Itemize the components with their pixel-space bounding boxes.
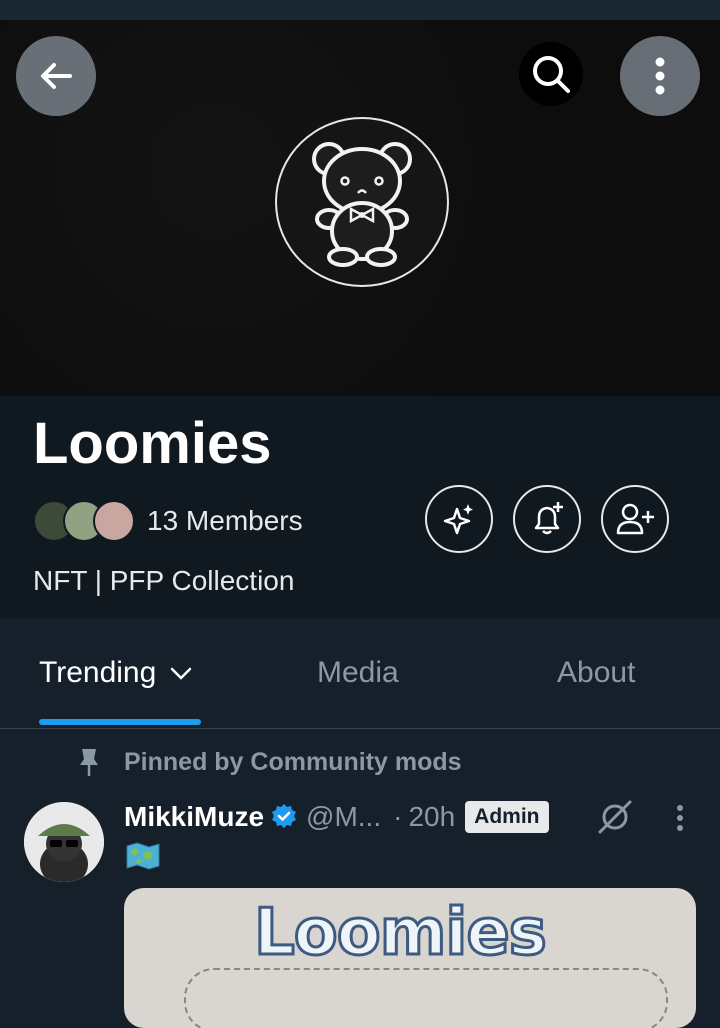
image-decoration bbox=[184, 968, 668, 1028]
arrow-left-icon bbox=[41, 63, 72, 89]
community-description: NFT | PFP Collection bbox=[33, 565, 295, 596]
moderation-icon bbox=[598, 800, 632, 834]
members-count: 13 Members bbox=[147, 505, 303, 536]
bell-plus-icon bbox=[534, 502, 563, 535]
more-options-button[interactable] bbox=[620, 36, 700, 116]
post-timestamp[interactable]: 20h bbox=[408, 801, 455, 833]
join-community-button[interactable] bbox=[601, 485, 669, 553]
world-map-emoji-icon bbox=[126, 842, 160, 870]
person-add-icon bbox=[616, 503, 654, 535]
pinned-indicator: Pinned by Community mods bbox=[76, 747, 462, 777]
post-media-image[interactable]: Loomies bbox=[124, 888, 696, 1028]
active-tab-indicator bbox=[39, 719, 201, 725]
post-author-name[interactable]: MikkiMuze bbox=[124, 801, 264, 833]
community-tabs: Trending Media About bbox=[0, 618, 720, 729]
separator-dot: · bbox=[393, 801, 403, 832]
chevron-down-icon bbox=[171, 667, 192, 680]
back-button[interactable] bbox=[16, 36, 96, 116]
pin-icon bbox=[80, 749, 98, 776]
pinned-label: Pinned by Community mods bbox=[124, 747, 462, 776]
tab-about[interactable]: About bbox=[557, 656, 635, 690]
tab-media[interactable]: Media bbox=[317, 656, 399, 690]
sparkle-icon bbox=[443, 504, 473, 535]
post-author-handle[interactable]: @M... bbox=[306, 801, 381, 833]
post-author-avatar[interactable] bbox=[24, 802, 104, 882]
member-avatar bbox=[93, 500, 135, 542]
tab-trending[interactable]: Trending bbox=[39, 656, 194, 690]
community-avatar bbox=[275, 117, 449, 287]
more-vertical-icon bbox=[655, 57, 665, 95]
post-header: MikkiMuze @M... · 20h Admin bbox=[124, 797, 549, 837]
community-title: Loomies bbox=[33, 411, 272, 476]
status-bar bbox=[0, 0, 720, 20]
verified-badge-icon bbox=[272, 804, 297, 828]
sparkle-button[interactable] bbox=[425, 485, 493, 553]
post-more-icon[interactable] bbox=[668, 804, 692, 834]
admin-badge: Admin bbox=[465, 801, 549, 833]
tab-label: Trending bbox=[39, 656, 157, 689]
author-avatar-image bbox=[24, 802, 104, 882]
image-logo-text: Loomies bbox=[253, 895, 549, 972]
notifications-button[interactable] bbox=[513, 485, 581, 553]
bear-logo-icon bbox=[312, 142, 412, 267]
search-button[interactable] bbox=[519, 42, 583, 106]
members-row[interactable]: 13 Members bbox=[33, 500, 303, 542]
search-icon bbox=[533, 56, 570, 93]
